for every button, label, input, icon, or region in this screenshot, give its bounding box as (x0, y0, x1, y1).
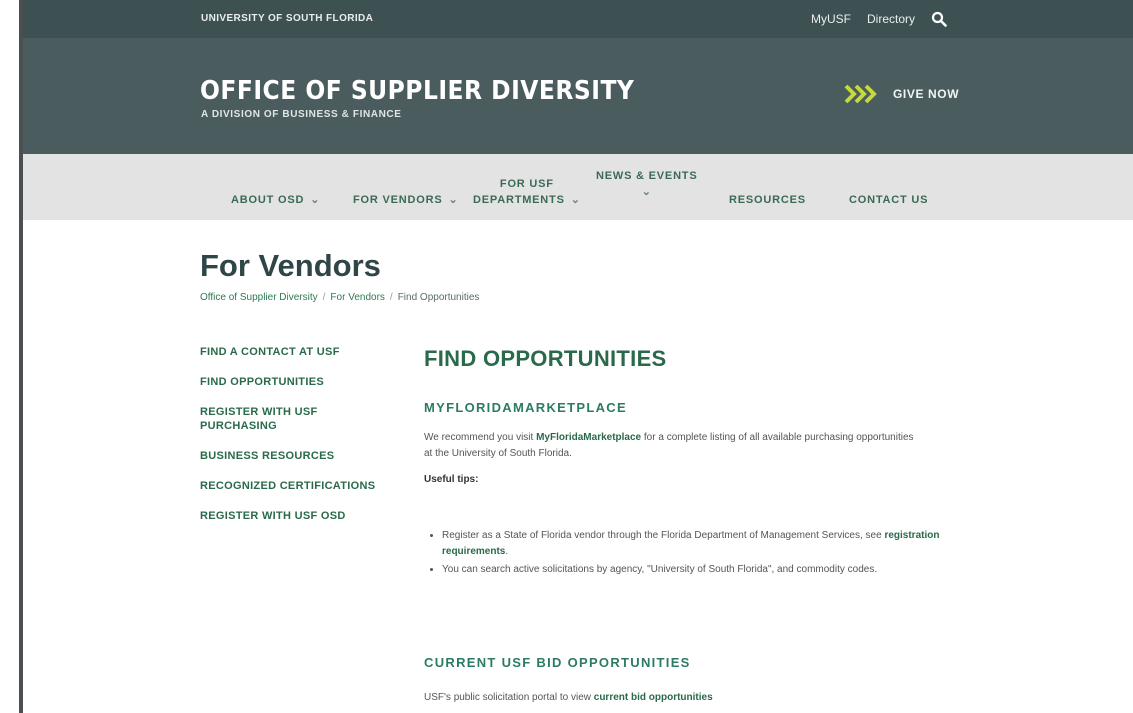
search-icon[interactable] (931, 11, 947, 27)
nav-departments-line1: For USF (499, 178, 554, 190)
section-title-bids: Current USF Bid Opportunities (424, 655, 691, 670)
marketplace-link[interactable]: MyFloridaMarketplace (536, 432, 641, 443)
sidebar-item-certifications[interactable]: Recognized Certifications (200, 479, 380, 493)
chevron-right-icon (843, 83, 881, 105)
chevron-down-icon: ⌄ (570, 194, 581, 206)
nav-for-vendors-label: For Vendors (353, 194, 443, 206)
breadcrumb-item[interactable]: Office of Supplier Diversity (200, 292, 318, 303)
chevron-down-icon: ⌄ (641, 186, 652, 198)
breadcrumb-separator: / (389, 292, 393, 303)
breadcrumb: Office of Supplier Diversity / For Vendors… (200, 292, 479, 303)
page-title: For Vendors (200, 248, 381, 283)
list-item: You can search active solicitations by a… (442, 562, 962, 578)
nav-about-osd[interactable]: About OSD ⌄ (231, 192, 320, 208)
give-now-label: Give Now (893, 87, 960, 101)
chevron-down-icon: ⌄ (448, 194, 459, 206)
nav-contact-us[interactable]: Contact Us (849, 192, 928, 208)
utility-bar: University of South Florida MyUSF Direct… (23, 0, 1133, 38)
nav-for-vendors[interactable]: For Vendors ⌄ (353, 192, 459, 208)
nav-about-osd-label: About OSD (231, 194, 305, 206)
content-heading: Find Opportunities (424, 346, 667, 371)
nav-for-usf-departments[interactable]: For USF Departments ⌄ (473, 176, 581, 208)
nav-resources[interactable]: Resources (729, 192, 806, 208)
breadcrumb-separator: / (322, 292, 326, 303)
list-item: Register as a State of Florida vendor th… (442, 528, 962, 560)
give-now-button[interactable]: Give Now (843, 83, 959, 105)
university-link[interactable]: University of South Florida (201, 13, 373, 24)
chevron-down-icon: ⌄ (310, 194, 321, 206)
section-sidebar: Find a Contact at USF Find Opportunities… (200, 345, 380, 539)
intro-text: We recommend you visit (424, 432, 537, 443)
useful-tips-label: Useful tips: (424, 474, 479, 485)
utility-links: MyUSF Directory (811, 11, 947, 27)
breadcrumb-item[interactable]: For Vendors (330, 292, 384, 303)
portal-text: USF's public solicitation portal to view (424, 692, 594, 703)
bid-opportunities-link[interactable]: current bid opportunities (594, 692, 713, 703)
tip-text-end: . (505, 546, 509, 557)
nav-news-events-label: News & Events (596, 170, 698, 182)
sidebar-item-business-resources[interactable]: Business Resources (200, 449, 380, 463)
sidebar-item-find-opportunities[interactable]: Find Opportunities (200, 375, 380, 389)
sidebar-item-register-osd[interactable]: Register with USF OSD (200, 509, 380, 523)
myusf-link[interactable]: MyUSF (811, 12, 851, 26)
site-subtitle: A Division of Business & Finance (201, 109, 402, 120)
breadcrumb-current: Find Opportunities (397, 292, 480, 303)
site-title[interactable]: Office of Supplier Diversity (200, 76, 634, 106)
directory-link[interactable]: Directory (867, 12, 915, 26)
sidebar-item-register-purchasing[interactable]: Register with USF Purchasing (200, 405, 320, 433)
tip-text: Register as a State of Florida vendor th… (442, 530, 885, 541)
nav-departments-line2: Departments (473, 194, 565, 206)
sidebar-item-find-contact[interactable]: Find a Contact at USF (200, 345, 380, 359)
portal-paragraph: USF's public solicitation portal to view… (424, 690, 924, 706)
site-header: Office of Supplier Diversity A Division … (23, 38, 1133, 154)
tips-list: Register as a State of Florida vendor th… (424, 528, 962, 580)
nav-news-events[interactable]: News & Events ⌄ (596, 168, 697, 200)
main-nav: About OSD ⌄ For Vendors ⌄ For USF Departme… (23, 154, 1133, 220)
intro-paragraph: We recommend you visit MyFloridaMarketpl… (424, 430, 924, 462)
section-title-marketplace: MyFloridaMarketPlace (424, 400, 627, 415)
